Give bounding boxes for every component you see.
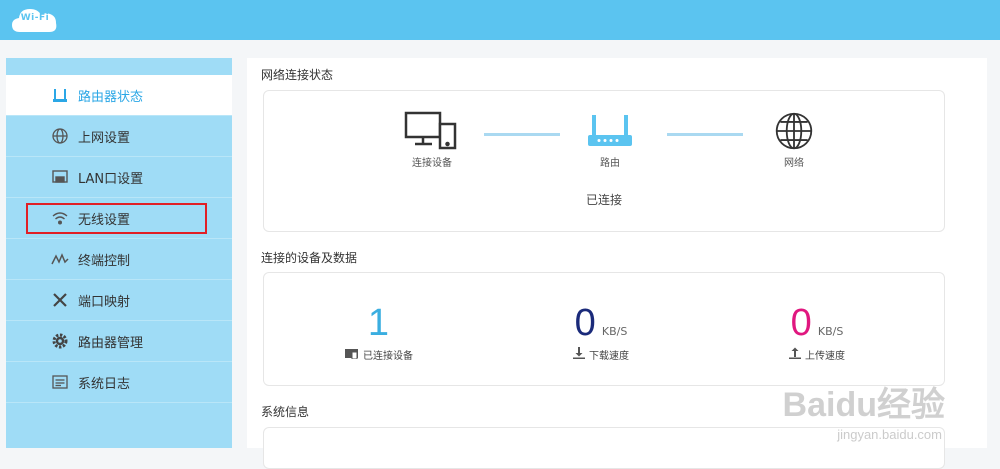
sidebar-item-label: 路由器状态 [78,89,144,105]
logo-text: Wi-Fi [20,13,50,23]
connected-devices-node[interactable]: 连接设备 [402,111,462,169]
sidebar-item-port-mapping[interactable]: 端口映射 [6,280,232,321]
system-info-title: 系统信息 [261,405,310,419]
sidebar-item-router-status[interactable]: 路由器状态 [6,75,232,116]
sidebar-item-label: LAN口设置 [78,171,144,187]
internet-node[interactable]: 网络 [764,111,824,169]
stat-value: 0 [790,302,812,344]
activity-icon [50,249,70,269]
upload-icon [789,347,801,362]
upload-speed-stat[interactable]: 0 KB/S 上传速度 [742,303,892,362]
devices-icon [404,111,460,154]
gear-icon [50,331,70,351]
sidebar-item-label: 路由器管理 [78,335,144,351]
watermark-url: jingyan.baidu.com [837,427,942,442]
sidebar-item-lan-settings[interactable]: LAN口设置 [6,157,232,198]
router-icon [50,85,70,105]
network-status-title: 网络连接状态 [261,68,334,82]
connection-status-text: 已连接 [585,193,622,207]
sidebar-item-router-management[interactable]: 路由器管理 [6,321,232,362]
tools-icon [50,290,70,310]
connected-devices-stat[interactable]: 1 已连接设备 [304,303,454,362]
device-icon [345,348,359,362]
log-icon [50,372,70,392]
network-status-card: 连接设备 路由 网络 已连接 [263,90,945,232]
stat-label: 已连接设备 [363,351,413,362]
sidebar-item-system-log[interactable]: 系统日志 [6,362,232,403]
sidebar-item-terminal-control[interactable]: 终端控制 [6,239,232,280]
highlight-box [26,203,207,234]
node-label: 路由 [600,158,620,169]
router-node[interactable]: 路由 [580,111,640,169]
connection-line [667,133,743,136]
top-bar: Wi-Fi [0,0,1000,40]
wifi-cloud-logo[interactable]: Wi-Fi [10,5,60,35]
stat-unit: KB/S [817,325,844,338]
globe-icon [772,112,816,154]
node-label: 连接设备 [412,158,452,169]
sidebar-item-internet-settings[interactable]: 上网设置 [6,116,232,157]
stat-value: 0 [574,302,596,344]
lan-port-icon [50,167,70,187]
watermark-brand: Baidu经验 [782,386,945,424]
sidebar-item-label: 终端控制 [78,253,131,269]
stat-unit: KB/S [601,325,628,338]
stat-label: 上传速度 [805,351,845,362]
sidebar-item-label: 上网设置 [78,130,131,146]
devices-data-title: 连接的设备及数据 [261,251,358,265]
download-icon [573,347,585,362]
connection-line [484,133,560,136]
router-icon [584,115,636,154]
devices-data-card: 1 已连接设备 0 KB/S 下载速度 0 KB/S 上传速度 [263,272,945,386]
download-speed-stat[interactable]: 0 KB/S 下载速度 [526,303,676,362]
sidebar: 路由器状态 上网设置 LAN口设置 无线设置 终端控制 端口映射 路由器管理 系… [6,58,232,448]
node-label: 网络 [784,158,804,169]
stat-value: 1 [367,302,390,344]
sidebar-header [6,58,232,75]
stat-label: 下载速度 [589,351,629,362]
sidebar-item-label: 端口映射 [78,294,131,310]
sidebar-item-label: 系统日志 [78,376,131,392]
globe-icon [50,126,70,146]
